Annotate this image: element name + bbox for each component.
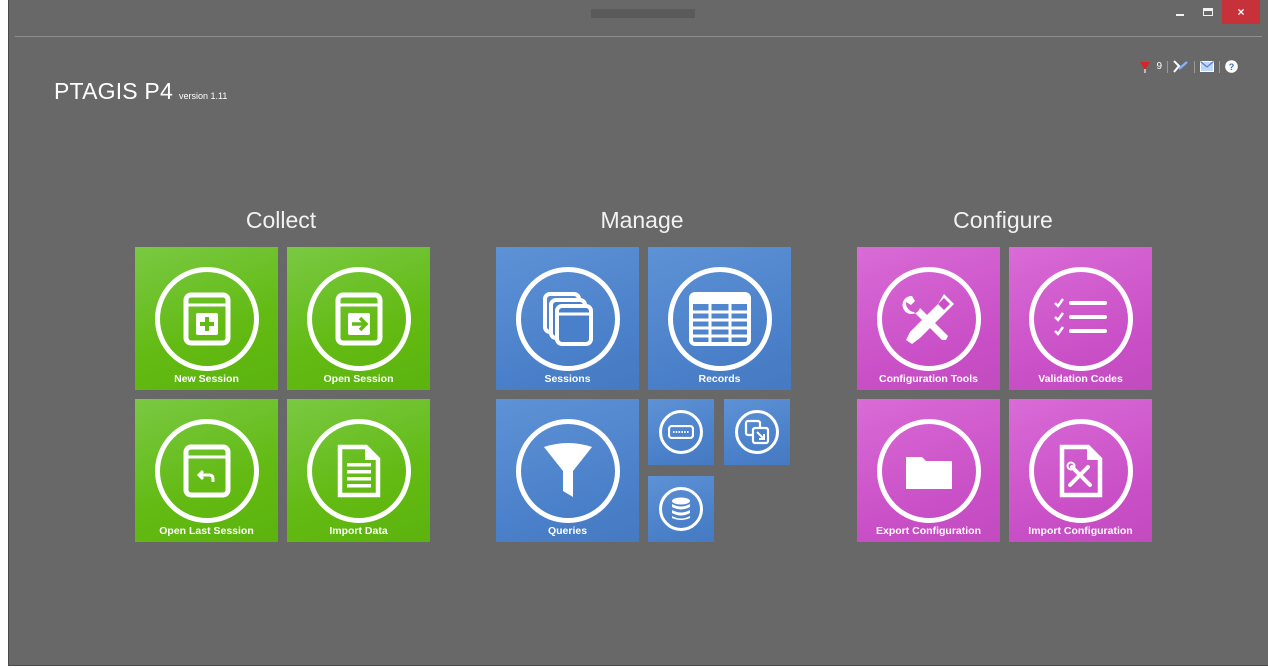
mail-icon[interactable] (1200, 61, 1214, 72)
import-config-icon (1028, 419, 1133, 523)
tools-icon (876, 267, 981, 371)
validation-codes-label: Validation Codes (1038, 373, 1123, 385)
tag-reader-tile[interactable] (648, 399, 714, 465)
sessions-tile[interactable]: Sessions (496, 247, 639, 390)
minimize-button[interactable] (1166, 0, 1194, 24)
alert-count: 9 (1156, 61, 1162, 72)
title-divider (15, 36, 1262, 37)
toolbar-separator (1219, 60, 1220, 73)
queries-tile[interactable]: Queries (496, 399, 639, 542)
records-tile[interactable]: Records (648, 247, 791, 390)
new-session-tile[interactable]: New Session (135, 247, 278, 390)
database-icon (659, 487, 703, 531)
new-session-label: New Session (174, 373, 239, 385)
open-last-session-tile[interactable]: Open Last Session (135, 399, 278, 542)
app-version: version 1.11 (178, 91, 228, 101)
open-session-tile[interactable]: Open Session (287, 247, 430, 390)
import-data-label: Import Data (329, 525, 388, 537)
records-icon (667, 267, 772, 371)
help-icon[interactable]: ? (1225, 60, 1238, 73)
export-window-tile[interactable] (724, 399, 790, 465)
import-configuration-label: Import Configuration (1028, 525, 1133, 537)
configuration-tools-tile[interactable]: Configuration Tools (857, 247, 1000, 390)
new-session-icon (154, 267, 259, 371)
configuration-tools-label: Configuration Tools (879, 373, 978, 385)
window-drag-grip[interactable] (591, 9, 695, 18)
maximize-icon (1203, 8, 1213, 16)
export-configuration-tile[interactable]: Export Configuration (857, 399, 1000, 542)
open-session-icon (306, 267, 411, 371)
app-window: × PTAGIS P4 version 1.11 9 ? Collect Man… (8, 0, 1268, 666)
toolbar-separator (1194, 60, 1195, 73)
checklist-icon (1028, 267, 1133, 371)
import-data-icon (306, 419, 411, 523)
window-controls: × (1166, 0, 1260, 24)
maximize-button[interactable] (1194, 0, 1222, 24)
export-window-icon (735, 410, 779, 454)
validation-codes-tile[interactable]: Validation Codes (1009, 247, 1152, 390)
import-configuration-tile[interactable]: Import Configuration (1009, 399, 1152, 542)
svg-text:?: ? (1229, 62, 1235, 72)
tag-flag-icon[interactable] (1139, 61, 1151, 73)
header-toolbar: 9 ? (1139, 60, 1238, 73)
tag-reader-icon (659, 410, 703, 454)
app-name: PTAGIS P4 (54, 78, 173, 104)
sessions-icon (515, 267, 620, 371)
queries-label: Queries (547, 525, 588, 537)
collect-heading: Collect (245, 207, 317, 233)
close-icon: × (1237, 5, 1245, 19)
sessions-label: Sessions (544, 373, 591, 385)
export-configuration-label: Export Configuration (876, 525, 981, 537)
open-last-session-icon (154, 419, 259, 523)
open-session-label: Open Session (323, 373, 394, 385)
records-label: Records (698, 373, 741, 385)
toolbar-separator (1167, 60, 1168, 73)
minimize-icon (1176, 14, 1184, 16)
configure-heading: Configure (953, 207, 1053, 233)
folder-icon (876, 419, 981, 523)
feedback-icon[interactable] (1173, 60, 1189, 73)
filter-icon (515, 419, 620, 523)
import-data-tile[interactable]: Import Data (287, 399, 430, 542)
app-title: PTAGIS P4 version 1.11 (54, 78, 227, 105)
close-button[interactable]: × (1222, 0, 1260, 24)
database-tile[interactable] (648, 476, 714, 542)
open-last-session-label: Open Last Session (159, 525, 254, 537)
manage-heading: Manage (600, 207, 684, 233)
